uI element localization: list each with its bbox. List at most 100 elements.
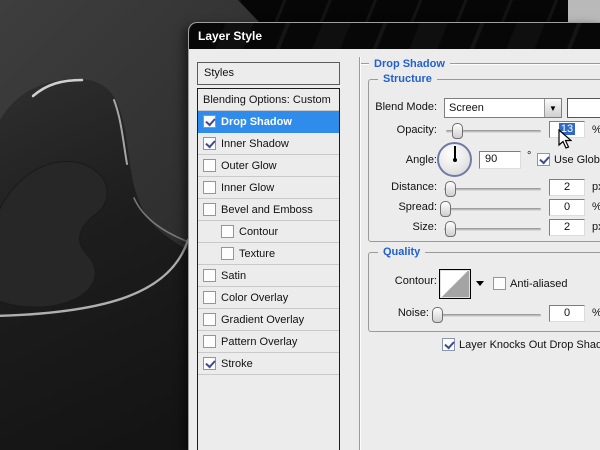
style-item-checkbox[interactable] [203,181,216,194]
style-item-checkbox[interactable] [221,225,234,238]
spread-field[interactable]: 0 [549,199,585,216]
size-label: Size: [412,221,437,233]
style-item-checkbox[interactable] [203,357,216,370]
shadow-color-swatch[interactable] [567,98,600,118]
angle-value: 90 [485,153,498,165]
style-item-label: Inner Glow [221,181,275,194]
noise-slider-thumb[interactable] [432,307,444,323]
effect-title: Drop Shadow [374,58,445,70]
style-item-blending-options-custom[interactable]: Blending Options: Custom [198,89,339,111]
header-rule-left [361,63,369,65]
contour-label: Contour: [394,275,437,287]
style-item-checkbox[interactable] [203,159,216,172]
anti-aliased-checkbox[interactable] [493,277,506,290]
structure-group: Structure Blend Mode: Screen ▼ Opacity: … [368,73,600,242]
style-item-label: Outer Glow [221,159,277,172]
structure-legend: Structure [378,73,437,86]
spread-unit: % [592,201,600,213]
size-slider[interactable] [444,221,541,237]
style-item-pattern-overlay[interactable]: Pattern Overlay [198,331,339,353]
style-item-satin[interactable]: Satin [198,265,339,287]
effect-header: Drop Shadow [361,58,600,70]
use-global-checkbox[interactable] [537,153,550,166]
blend-mode-value: Screen [449,102,484,114]
blend-mode-dropdown-icon[interactable]: ▼ [544,99,561,117]
style-item-checkbox[interactable] [203,137,216,150]
anti-aliased-label: Anti-aliased [510,278,568,290]
angle-unit: ° [527,150,532,162]
style-item-label: Blending Options: Custom [203,93,331,106]
distance-unit: px [592,181,600,193]
style-item-checkbox[interactable] [203,115,216,128]
style-item-drop-shadow[interactable]: Drop Shadow [198,111,339,133]
screenshot-root: Layer Style Styles Blending Options: Cus… [0,0,600,450]
distance-value: 2 [563,181,571,193]
blend-mode-select[interactable]: Screen ▼ [444,98,562,118]
use-global-label: Use Global [554,154,600,166]
opacity-field[interactable]: 13 [549,121,585,138]
header-rule-right [449,63,600,65]
dialog-title: Layer Style [198,29,263,43]
spread-value: 0 [563,201,571,213]
distance-label: Distance: [391,181,437,193]
style-item-label: Color Overlay [221,291,289,304]
noise-slider[interactable] [432,307,541,323]
quality-group: Quality Contour: Anti-aliased Noise: 0 % [368,246,600,332]
distance-field[interactable]: 2 [549,179,585,196]
styles-list-header: Styles [197,62,340,85]
style-item-label: Drop Shadow [221,115,292,128]
style-item-color-overlay[interactable]: Color Overlay [198,287,339,309]
spread-slider[interactable] [439,201,541,217]
blend-mode-label: Blend Mode: [375,101,437,113]
angle-field[interactable]: 90 [479,151,521,169]
noise-value: 0 [563,307,571,319]
knockout-checkbox[interactable] [442,338,455,351]
angle-dial-center [453,158,457,162]
background-toolbar-band [238,0,600,23]
opacity-unit: % [592,124,600,136]
panel-divider [359,57,361,450]
size-unit: px [592,221,600,233]
noise-unit: % [592,307,600,319]
style-item-inner-shadow[interactable]: Inner Shadow [198,133,339,155]
angle-dial[interactable] [437,142,472,177]
dialog-content: Styles Blending Options: Custom Drop Sha… [189,49,600,450]
style-item-inner-glow[interactable]: Inner Glow [198,177,339,199]
style-item-checkbox[interactable] [203,203,216,216]
opacity-label: Opacity: [396,124,437,136]
opacity-slider-thumb[interactable] [452,123,464,139]
style-item-bevel-and-emboss[interactable]: Bevel and Emboss [198,199,339,221]
contour-dropdown-icon[interactable] [476,281,484,286]
style-item-label: Satin [221,269,247,282]
style-item-label: Bevel and Emboss [221,203,313,216]
angle-label: Angle: [405,154,437,166]
contour-picker[interactable] [439,269,471,299]
style-item-checkbox[interactable] [203,313,216,326]
spread-slider-thumb[interactable] [439,201,451,217]
style-item-checkbox[interactable] [221,247,234,260]
dialog-titlebar[interactable]: Layer Style [189,23,600,49]
layer-style-dialog: Layer Style Styles Blending Options: Cus… [188,22,600,450]
style-item-gradient-overlay[interactable]: Gradient Overlay [198,309,339,331]
noise-field[interactable]: 0 [549,305,585,322]
distance-slider[interactable] [444,181,541,197]
style-item-stroke[interactable]: Stroke [198,353,339,375]
style-item-label: Stroke [221,357,253,370]
style-item-label: Texture [239,247,276,260]
distance-slider-thumb[interactable] [444,181,456,197]
style-item-contour[interactable]: Contour [198,221,339,243]
style-item-checkbox[interactable] [203,291,216,304]
styles-header-label: Styles [204,67,234,79]
style-item-checkbox[interactable] [203,269,216,282]
size-value: 2 [563,221,571,233]
size-field[interactable]: 2 [549,219,585,236]
quality-legend: Quality [378,246,426,259]
style-item-texture[interactable]: Texture [198,243,339,265]
style-item-checkbox[interactable] [203,335,216,348]
style-item-label: Contour [239,225,279,238]
style-item-outer-glow[interactable]: Outer Glow [198,155,339,177]
style-item-label: Gradient Overlay [221,313,305,326]
size-slider-thumb[interactable] [444,221,456,237]
opacity-slider[interactable] [446,123,541,139]
style-item-label: Pattern Overlay [221,335,298,348]
